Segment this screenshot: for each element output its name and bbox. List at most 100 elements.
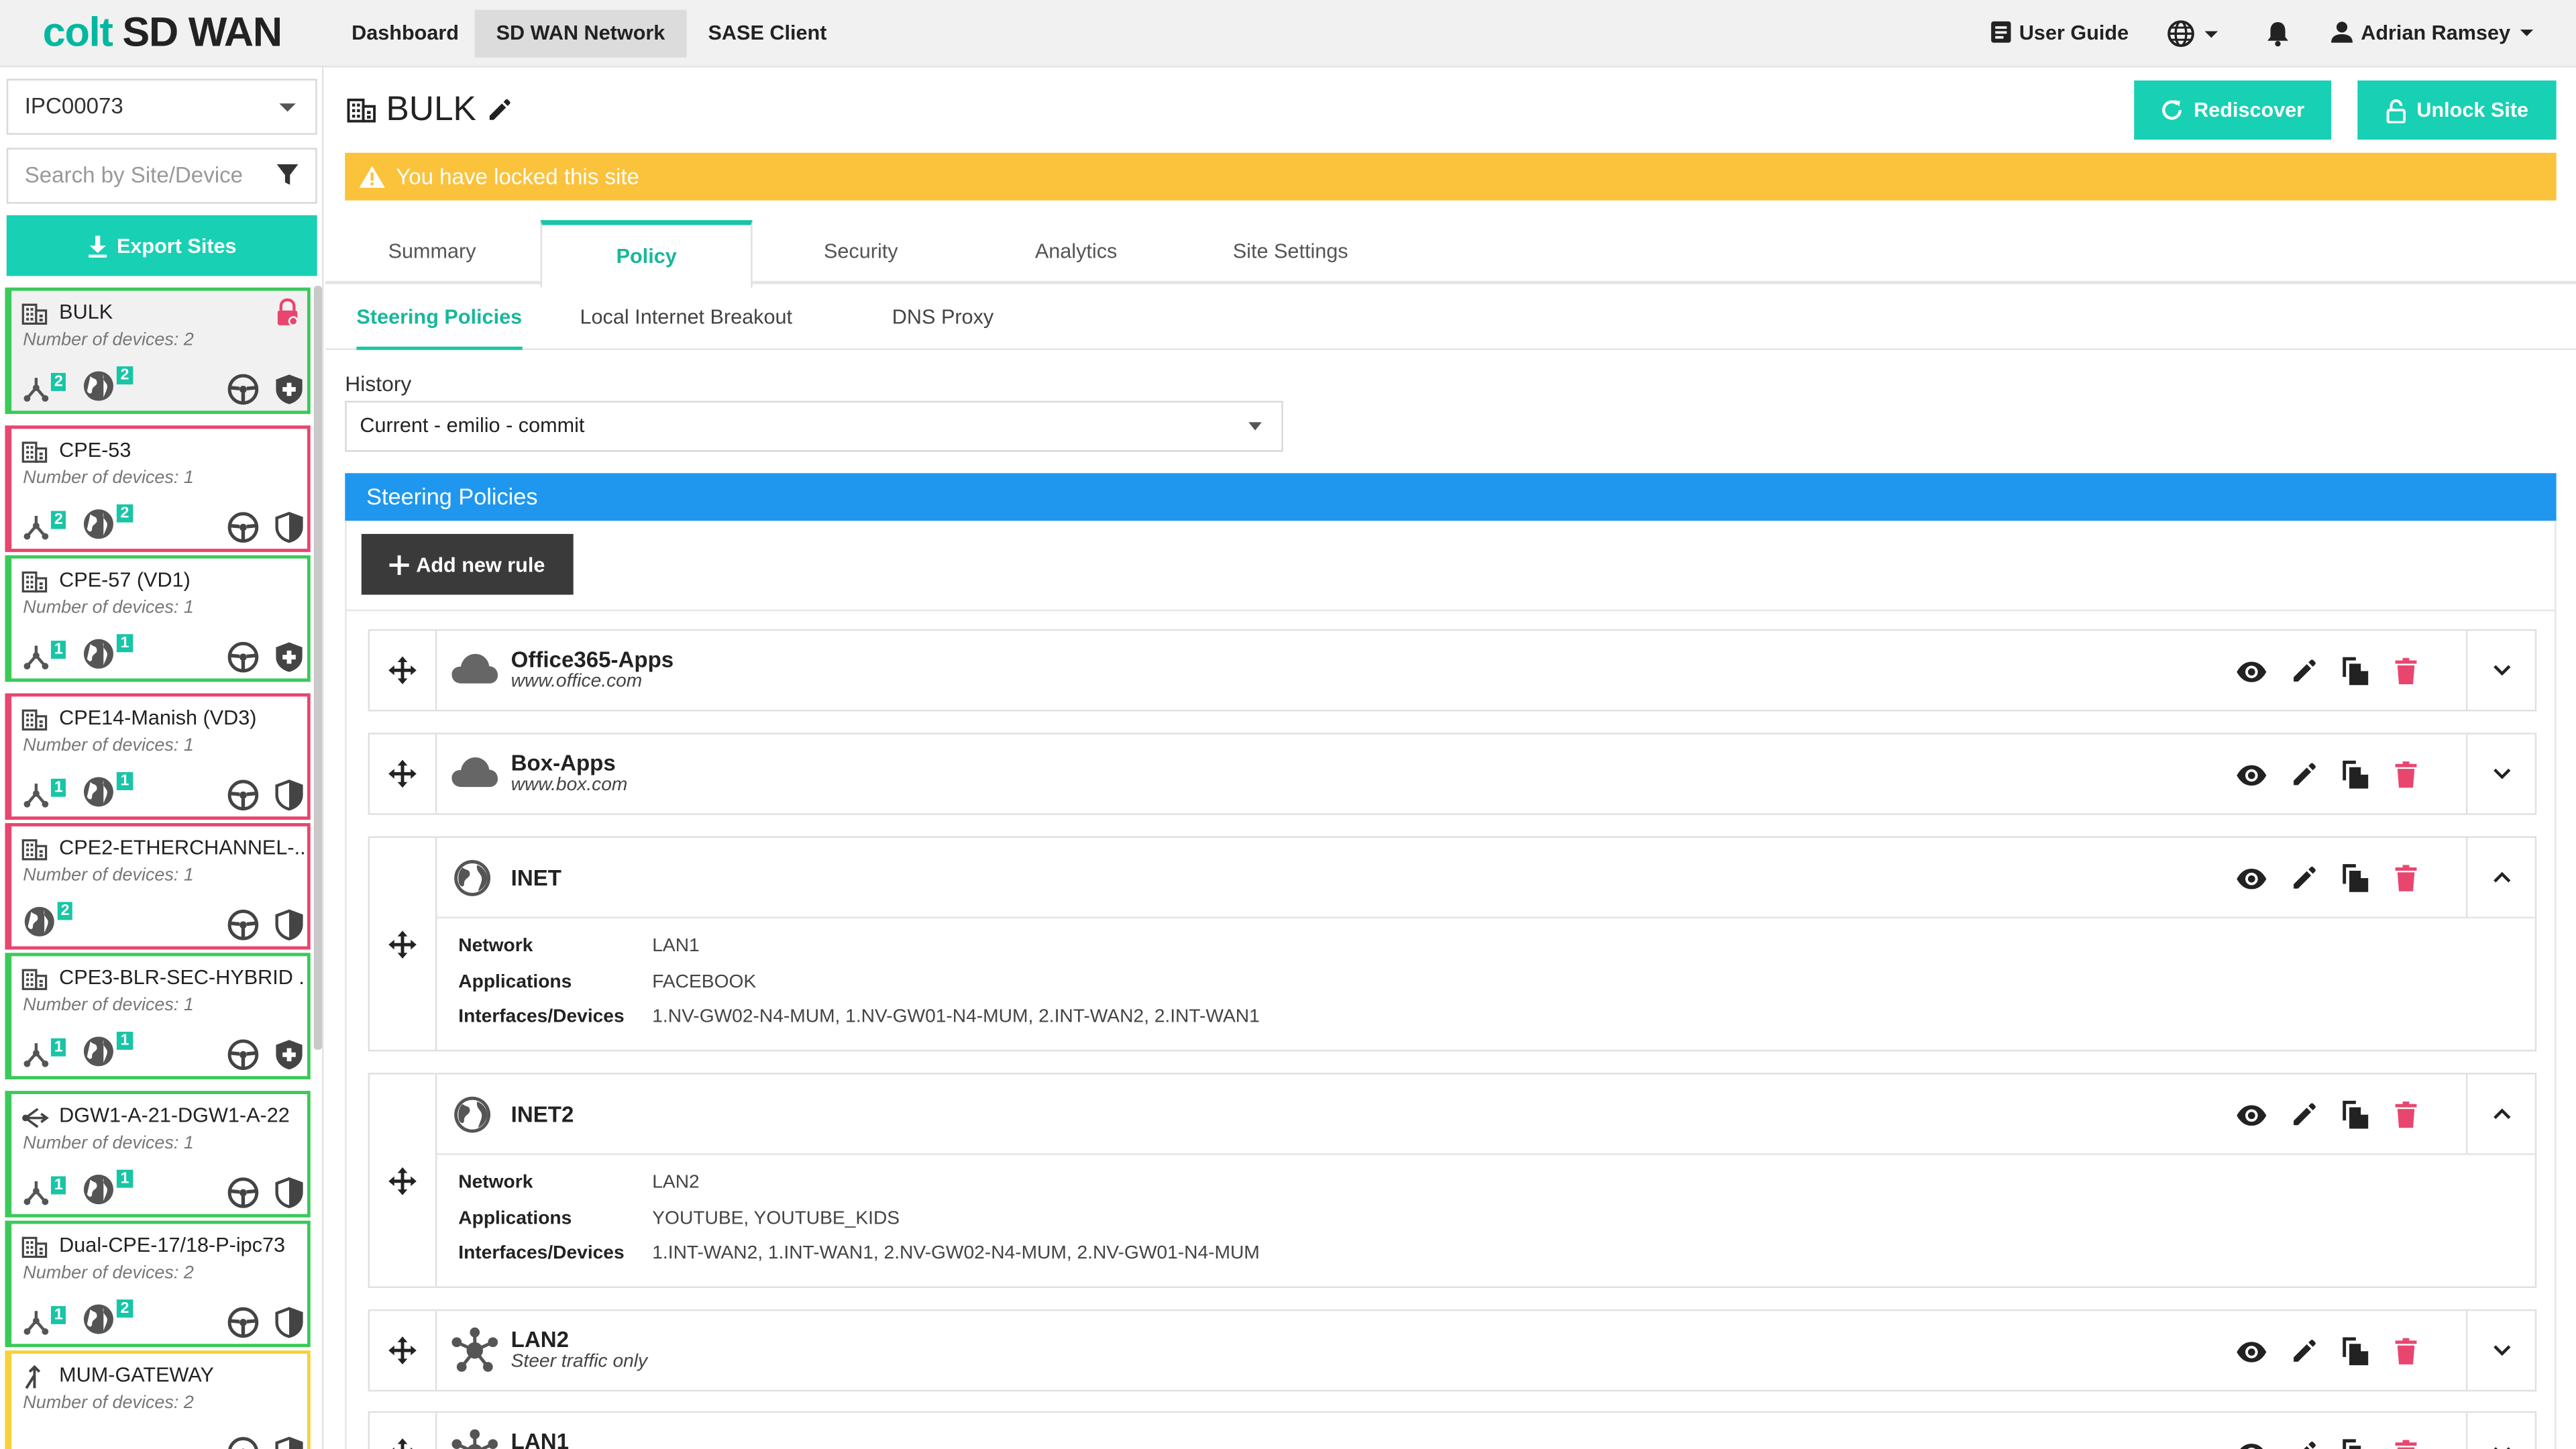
trash-icon[interactable]	[2394, 1101, 2418, 1129]
subtab-dns-proxy[interactable]: DNS Proxy	[892, 286, 994, 350]
site-card-bulk[interactable]: BULK Number of devices: 2 2 2	[5, 287, 311, 415]
site-card-cpe14-manish[interactable]: CPE14-Manish (VD3) Number of devices: 1 …	[5, 693, 311, 820]
steering-wheel-icon[interactable]	[227, 1436, 260, 1449]
steering-policies-header: Steering Policies	[345, 473, 2557, 521]
rule-subtitle: www.box.com	[511, 775, 628, 796]
pencil-icon[interactable]	[2290, 1101, 2318, 1129]
page-title: BULK	[347, 91, 513, 130]
nav-dashboard[interactable]: Dashboard	[330, 10, 480, 58]
shield-half-icon[interactable]	[274, 1306, 304, 1339]
shield-half-icon[interactable]	[274, 779, 304, 812]
unlock-site-button[interactable]: Unlock Site	[2357, 80, 2557, 140]
site-card-dgw1[interactable]: DGW1-A-21-DGW1-A-22 Number of devices: 1…	[5, 1091, 311, 1218]
drag-handle[interactable]	[370, 1074, 437, 1287]
eye-icon[interactable]	[2236, 763, 2267, 786]
steering-wheel-icon[interactable]	[227, 641, 260, 674]
shield-half-icon[interactable]	[274, 908, 304, 941]
site-card-cpe-53[interactable]: CPE-53 Number of devices: 1 2 2	[5, 425, 311, 552]
steering-wheel-icon[interactable]	[227, 1306, 260, 1339]
steering-wheel-icon[interactable]	[227, 1038, 260, 1071]
rule-collapse-toggle[interactable]	[2465, 1074, 2535, 1154]
site-card-dual-cpe[interactable]: Dual-CPE-17/18-P-ipc73 Number of devices…	[5, 1220, 311, 1348]
building-icon	[21, 839, 48, 861]
drag-handle[interactable]	[370, 1413, 437, 1449]
shield-half-icon[interactable]	[274, 511, 304, 544]
copy-icon[interactable]	[2341, 1438, 2371, 1449]
nav-sdwan-network[interactable]: SD WAN Network	[474, 9, 687, 58]
rule-collapse-toggle[interactable]	[2465, 837, 2535, 917]
subtab-steering-policies[interactable]: Steering Policies	[356, 286, 523, 350]
rule-expand-toggle[interactable]	[2465, 631, 2535, 710]
network-value: LAN2	[652, 1173, 700, 1193]
steering-wheel-icon[interactable]	[227, 779, 260, 812]
customer-select[interactable]: IPC00073	[6, 78, 317, 135]
shield-half-icon[interactable]	[274, 1176, 304, 1209]
language-menu[interactable]	[2167, 19, 2221, 48]
pencil-icon[interactable]	[2290, 1439, 2318, 1449]
tab-site-settings[interactable]: Site Settings	[1196, 220, 1385, 286]
shield-half-icon[interactable]	[274, 1436, 304, 1449]
trash-icon[interactable]	[2394, 657, 2418, 686]
rule-expand-toggle[interactable]	[2465, 1311, 2535, 1390]
shield-plus-icon[interactable]	[274, 373, 304, 406]
tab-security[interactable]: Security	[765, 220, 956, 286]
tab-summary[interactable]: Summary	[340, 220, 524, 286]
site-device-count: Number of devices: 1	[23, 996, 194, 1016]
eye-icon[interactable]	[2236, 659, 2267, 682]
history-select[interactable]: Current - emilio - commit	[345, 400, 1283, 452]
site-badges: 2 2	[23, 504, 133, 541]
trash-icon[interactable]	[2394, 1439, 2418, 1449]
drag-handle[interactable]	[370, 631, 437, 710]
drag-handle[interactable]	[370, 734, 437, 814]
rule-expand-toggle[interactable]	[2465, 1413, 2535, 1449]
history-label: History	[345, 371, 412, 396]
shield-plus-icon[interactable]	[274, 1038, 304, 1071]
steering-wheel-icon[interactable]	[227, 373, 260, 406]
site-list-scrollbar[interactable]	[313, 286, 323, 1050]
site-card-cpe3-blr-sec-hybrid[interactable]: CPE3-BLR-SEC-HYBRID ... Number of device…	[5, 953, 311, 1079]
drag-handle[interactable]	[370, 1311, 437, 1390]
pencil-icon[interactable]	[2290, 761, 2318, 789]
brand-logo[interactable]: colt SD WAN	[43, 10, 282, 58]
trash-icon[interactable]	[2394, 761, 2418, 789]
user-menu[interactable]: Adrian Ramsey	[2330, 19, 2537, 44]
eye-icon[interactable]	[2236, 1104, 2267, 1126]
site-card-cpe-57[interactable]: CPE-57 (VD1) Number of devices: 1 1 1	[5, 555, 311, 682]
rule-expand-toggle[interactable]	[2465, 734, 2535, 814]
pencil-icon[interactable]	[2290, 1337, 2318, 1365]
copy-icon[interactable]	[2341, 655, 2371, 687]
rediscover-button[interactable]: Rediscover	[2134, 80, 2332, 140]
export-sites-button[interactable]: Export Sites	[6, 215, 317, 276]
site-badges: 2	[23, 902, 73, 938]
copy-icon[interactable]	[2341, 863, 2371, 894]
user-guide-link[interactable]: User Guide	[1990, 19, 2129, 44]
eye-icon[interactable]	[2236, 867, 2267, 890]
copy-icon[interactable]	[2341, 759, 2371, 790]
tab-analytics[interactable]: Analytics	[979, 220, 1173, 286]
copy-icon[interactable]	[2341, 1099, 2371, 1130]
pencil-icon[interactable]	[2290, 657, 2318, 686]
pencil-icon[interactable]	[2290, 864, 2318, 892]
copy-icon[interactable]	[2341, 1336, 2371, 1367]
eye-icon[interactable]	[2236, 1340, 2267, 1362]
eye-icon[interactable]	[2236, 1442, 2267, 1449]
add-new-rule-button[interactable]: Add new rule	[361, 533, 574, 595]
steering-wheel-icon[interactable]	[227, 1176, 260, 1209]
site-search-input[interactable]: Search by Site/Device	[6, 148, 317, 204]
steering-wheel-icon[interactable]	[227, 511, 260, 544]
subtab-local-internet-breakout[interactable]: Local Internet Breakout	[580, 286, 792, 350]
site-card-cpe2-etherchannel[interactable]: CPE2-ETHERCHANNEL-... Number of devices:…	[5, 822, 311, 950]
globe-icon	[84, 371, 114, 401]
tab-policy[interactable]: Policy	[540, 220, 753, 288]
filter-icon[interactable]	[276, 162, 299, 187]
trash-icon[interactable]	[2394, 864, 2418, 892]
notifications-button[interactable]	[2265, 19, 2290, 48]
shield-plus-icon[interactable]	[274, 641, 304, 674]
steering-wheel-icon[interactable]	[227, 908, 260, 941]
nav-sase-client[interactable]: SASE Client	[687, 10, 849, 58]
site-card-mum-gateway[interactable]: MUM-GATEWAY Number of devices: 2	[5, 1350, 311, 1449]
bell-icon	[2267, 22, 2288, 47]
pencil-icon[interactable]	[486, 97, 513, 123]
drag-handle[interactable]	[370, 837, 437, 1050]
trash-icon[interactable]	[2394, 1337, 2418, 1365]
